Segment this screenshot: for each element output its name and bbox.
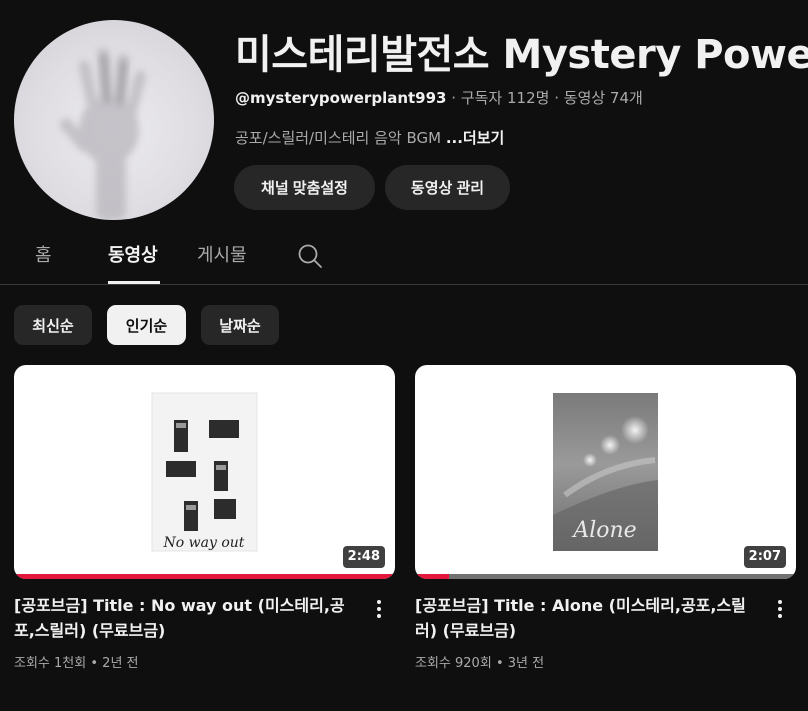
active-tab-indicator: [108, 281, 160, 284]
channel-handle: @mysterypowerplant993: [235, 89, 447, 107]
video-title[interactable]: [공포브금] Title : No way out (미스테리,공포,스릴러) …: [14, 593, 364, 643]
chip-latest[interactable]: 최신순: [14, 305, 92, 345]
manage-videos-button[interactable]: 동영상 관리: [385, 165, 510, 210]
hand-silhouette-image: [60, 48, 146, 220]
more-link[interactable]: ...더보기: [446, 129, 505, 147]
watch-progress-bar: [14, 574, 395, 579]
channel-description[interactable]: 공포/스릴러/미스테리 음악 BGM ...더보기: [235, 127, 504, 148]
upload-age: 2년 전: [102, 656, 139, 671]
channel-avatar[interactable]: [14, 20, 214, 220]
more-vert-icon[interactable]: [369, 597, 389, 621]
duration-badge: 2:48: [342, 546, 385, 568]
video-thumbnail[interactable]: Alone 2:07: [415, 365, 796, 579]
video-meta: 조회수 1천회 • 2년 전: [14, 652, 139, 671]
video-count: 동영상 74개: [563, 89, 643, 107]
view-count: 조회수 920회: [415, 656, 492, 671]
meta-dot: •: [495, 656, 508, 671]
meta-separator: ·: [451, 89, 461, 107]
thumb-caption: Alone: [571, 518, 636, 543]
video-meta: 조회수 920회 • 3년 전: [415, 652, 544, 671]
video-card[interactable]: No way out 2:48 [공포브금] Title : No way ou…: [14, 365, 395, 671]
view-count: 조회수 1천회: [14, 656, 87, 671]
tab-videos[interactable]: 동영상: [108, 241, 158, 267]
customize-channel-button[interactable]: 채널 맞춤설정: [234, 165, 375, 210]
subscriber-count: 구독자 112명: [460, 89, 550, 107]
progress-track: [415, 574, 796, 579]
duration-badge: 2:07: [743, 546, 786, 568]
thumb-caption: No way out: [163, 535, 245, 551]
more-vert-icon[interactable]: [770, 597, 790, 621]
channel-meta: @mysterypowerplant993 · 구독자 112명 · 동영상 7…: [235, 87, 643, 108]
meta-separator: ·: [554, 89, 564, 107]
description-text: 공포/스릴러/미스테리 음악 BGM: [235, 129, 442, 147]
video-thumbnail[interactable]: No way out 2:48: [14, 365, 395, 579]
sort-chips: 최신순 인기순 날짜순: [0, 285, 808, 365]
channel-title: 미스테리발전소 Mystery Power: [235, 32, 808, 78]
thumbnail-art: No way out: [151, 392, 258, 552]
meta-dot: •: [90, 656, 103, 671]
video-title[interactable]: [공포브금] Title : Alone (미스테리,공포,스릴러) (무료브금…: [415, 593, 765, 643]
chip-popular[interactable]: 인기순: [107, 305, 186, 345]
video-card[interactable]: Alone 2:07 [공포브금] Title : Alone (미스테리,공포…: [415, 365, 796, 671]
chip-date[interactable]: 날짜순: [201, 305, 279, 345]
search-icon[interactable]: [297, 243, 323, 269]
channel-header: 미스테리발전소 Mystery Power @mysterypowerplant…: [0, 0, 808, 225]
thumbnail-art: Alone: [553, 393, 658, 551]
watch-progress-bar: [415, 574, 450, 579]
channel-tabs: 홈 동영상 게시물: [0, 225, 808, 285]
tab-home[interactable]: 홈: [35, 241, 52, 267]
upload-age: 3년 전: [507, 656, 545, 671]
tab-posts[interactable]: 게시물: [197, 241, 247, 267]
